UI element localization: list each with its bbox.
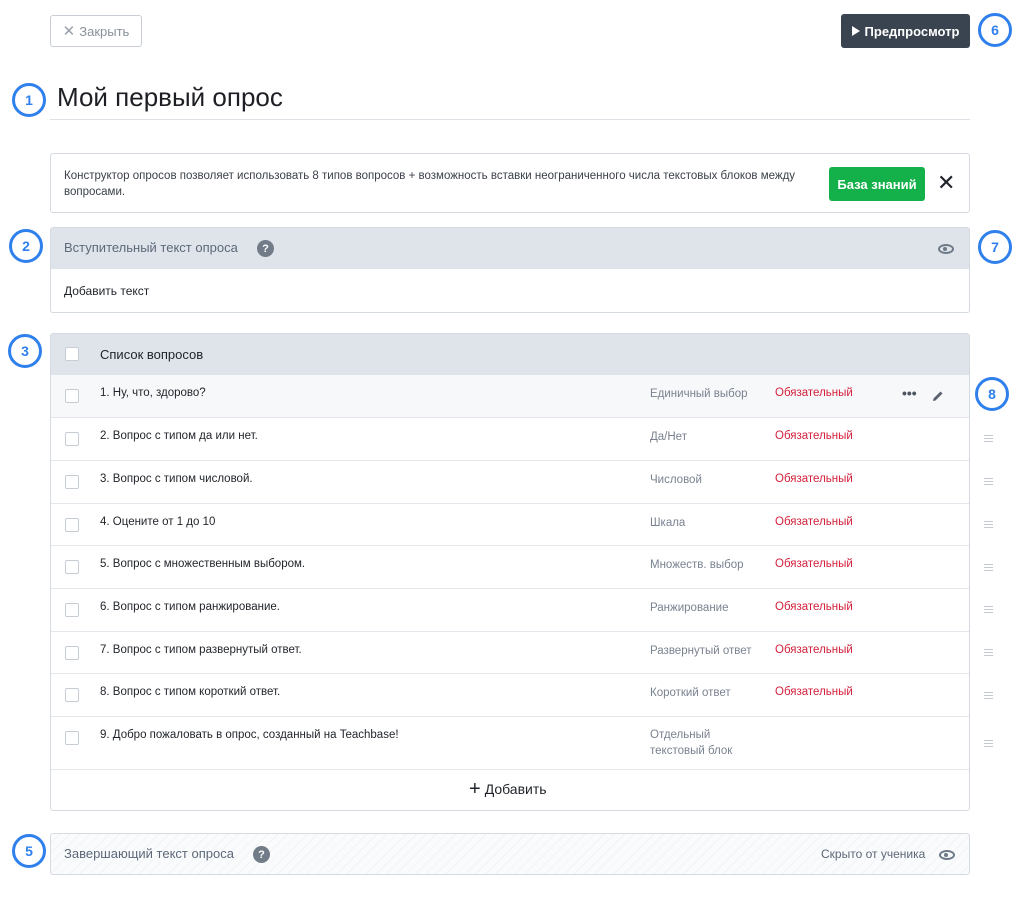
close-button[interactable]: ✕ Закрыть: [50, 15, 142, 47]
more-options-icon[interactable]: •••: [902, 385, 917, 401]
add-question-row: + Добавить: [51, 769, 969, 810]
question-row[interactable]: 6. Вопрос с типом ранжирование. Ранжиров…: [51, 588, 969, 631]
eye-icon[interactable]: [938, 244, 954, 254]
callout-marker-5: 5: [12, 834, 46, 868]
drag-handle-icon[interactable]: [984, 564, 993, 573]
callout-marker-8: 8: [975, 377, 1009, 411]
question-row[interactable]: 4. Оцените от 1 до 10 Шкала Обязательный: [51, 503, 969, 545]
help-icon[interactable]: ?: [253, 846, 270, 863]
row-checkbox[interactable]: [65, 432, 79, 446]
play-icon: [851, 26, 860, 36]
edit-icon[interactable]: [931, 389, 945, 403]
question-type: Да/Нет: [650, 431, 687, 443]
select-all-checkbox[interactable]: [65, 347, 79, 361]
required-label: Обязательный: [775, 601, 853, 613]
callout-marker-1: 1: [12, 83, 46, 117]
row-checkbox[interactable]: [65, 560, 79, 574]
required-label: Обязательный: [775, 430, 853, 442]
plus-icon: +: [469, 778, 481, 800]
callout-marker-2: 2: [9, 229, 43, 263]
question-row[interactable]: 1. Ну, что, здорово? Единичный выбор Обя…: [51, 375, 969, 417]
row-checkbox[interactable]: [65, 646, 79, 660]
question-row[interactable]: 7. Вопрос с типом развернутый ответ. Раз…: [51, 631, 969, 673]
question-row[interactable]: 2. Вопрос с типом да или нет. Да/Нет Обя…: [51, 417, 969, 460]
required-label: Обязательный: [775, 473, 853, 485]
required-label: Обязательный: [775, 644, 853, 656]
row-checkbox[interactable]: [65, 731, 79, 745]
question-type: Множеств. выбор: [650, 559, 744, 571]
add-intro-text[interactable]: Добавить текст: [64, 284, 149, 298]
callout-marker-3: 3: [8, 334, 42, 368]
question-text: 6. Вопрос с типом ранжирование.: [100, 601, 280, 613]
intro-text-body[interactable]: Добавить текст: [50, 269, 970, 313]
drag-handle-icon[interactable]: [984, 606, 993, 615]
final-text-title: Завершающий текст опроса: [64, 846, 234, 861]
intro-text-header: Вступительный текст опроса ?: [50, 227, 970, 269]
add-question-label: Добавить: [484, 781, 547, 797]
preview-button[interactable]: Предпросмотр: [841, 14, 970, 48]
question-row[interactable]: 9. Добро пожаловать в опрос, созданный н…: [51, 716, 969, 769]
question-text: 4. Оцените от 1 до 10: [100, 516, 216, 528]
intro-text-title: Вступительный текст опроса: [64, 240, 238, 255]
required-label: Обязательный: [775, 516, 853, 528]
question-text: 9. Добро пожаловать в опрос, созданный н…: [100, 729, 399, 741]
preview-button-label: Предпросмотр: [864, 23, 960, 39]
question-type: Единичный выбор: [650, 388, 748, 400]
question-type: Короткий ответ: [650, 687, 731, 699]
final-text-section[interactable]: Завершающий текст опроса ? Скрыто от уче…: [50, 833, 970, 875]
callout-marker-7: 7: [978, 230, 1012, 264]
question-type: Числовой: [650, 474, 702, 486]
required-label: Обязательный: [775, 387, 853, 399]
row-checkbox[interactable]: [65, 518, 79, 532]
info-banner: Конструктор опросов позволяет использова…: [50, 153, 970, 213]
question-row[interactable]: 5. Вопрос с множественным выбором. Множе…: [51, 545, 969, 588]
question-row[interactable]: 3. Вопрос с типом числовой. Числовой Обя…: [51, 460, 969, 503]
required-label: Обязательный: [775, 558, 853, 570]
question-type: Развернутый ответ: [650, 645, 752, 657]
drag-handle-icon[interactable]: [984, 740, 993, 749]
questions-list-title: Список вопросов: [100, 347, 204, 362]
question-text: 3. Вопрос с типом числовой.: [100, 473, 253, 485]
help-icon[interactable]: ?: [257, 240, 274, 257]
drag-handle-icon[interactable]: [984, 435, 993, 444]
question-type: Ранжирование: [650, 602, 729, 614]
page-title[interactable]: Мой первый опрос: [57, 82, 283, 113]
callout-marker-6: 6: [978, 13, 1012, 47]
question-text: 7. Вопрос с типом развернутый ответ.: [100, 644, 302, 656]
drag-handle-icon[interactable]: [984, 692, 993, 701]
row-checkbox[interactable]: [65, 389, 79, 403]
close-banner-icon[interactable]: ✕: [937, 172, 955, 194]
question-text: 2. Вопрос с типом да или нет.: [100, 430, 258, 442]
drag-handle-icon[interactable]: [984, 521, 993, 530]
question-type: Шкала: [650, 517, 686, 529]
add-question-button[interactable]: + Добавить: [469, 778, 547, 800]
close-icon: ✕: [62, 22, 76, 40]
drag-handle-icon[interactable]: [984, 649, 993, 658]
eye-icon[interactable]: [939, 850, 955, 860]
knowledge-base-button[interactable]: База знаний: [829, 167, 925, 201]
questions-list-header: Список вопросов: [51, 334, 969, 375]
title-divider: [50, 119, 970, 120]
info-banner-text: Конструктор опросов позволяет использова…: [64, 170, 796, 198]
questions-list: Список вопросов 1. Ну, что, здорово? Еди…: [50, 333, 970, 811]
drag-handle-icon[interactable]: [984, 478, 993, 487]
question-text: 1. Ну, что, здорово?: [100, 387, 206, 399]
close-button-label: Закрыть: [79, 23, 130, 39]
question-text: 8. Вопрос с типом короткий ответ.: [100, 686, 281, 698]
question-row[interactable]: 8. Вопрос с типом короткий ответ. Коротк…: [51, 673, 969, 716]
hidden-from-student-label: Скрыто от ученика: [821, 847, 926, 861]
question-text: 5. Вопрос с множественным выбором.: [100, 558, 306, 570]
question-type: Отдельный текстовый блок: [650, 729, 733, 757]
required-label: Обязательный: [775, 686, 853, 698]
row-checkbox[interactable]: [65, 475, 79, 489]
row-checkbox[interactable]: [65, 603, 79, 617]
row-checkbox[interactable]: [65, 688, 79, 702]
